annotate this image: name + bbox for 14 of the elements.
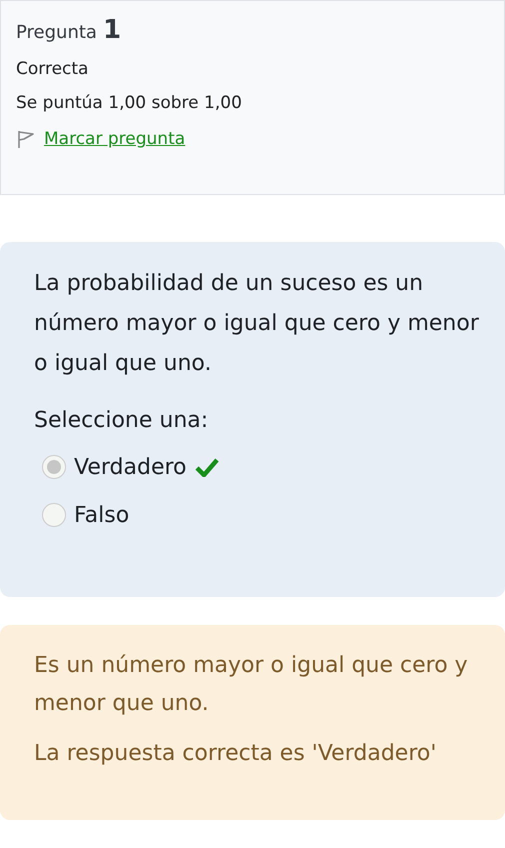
correct-answer-text: La respuesta correcta es 'Verdadero' <box>34 740 438 768</box>
option-label[interactable]: Verdadero <box>74 454 187 480</box>
flag-question-link[interactable]: Marcar pregunta <box>44 129 186 149</box>
question-grade: Se puntúa 1,00 sobre 1,00 <box>16 93 243 113</box>
radio-button[interactable] <box>42 503 66 527</box>
radio-button[interactable] <box>42 455 66 479</box>
question-text: La probabilidad de un suceso es un número mayor o igual que cero y menor o igual que uno. <box>34 270 480 378</box>
question-label: Pregunta <box>16 22 97 43</box>
option-label[interactable]: Falso <box>74 502 130 528</box>
feedback-text: Es un número mayor o igual que cero y menor que uno. <box>34 652 469 718</box>
answer-prompt: Seleccione una: <box>34 408 210 433</box>
question-number: 1 <box>102 15 122 45</box>
question-state: Correcta <box>16 59 90 79</box>
flag-icon[interactable] <box>16 129 36 149</box>
